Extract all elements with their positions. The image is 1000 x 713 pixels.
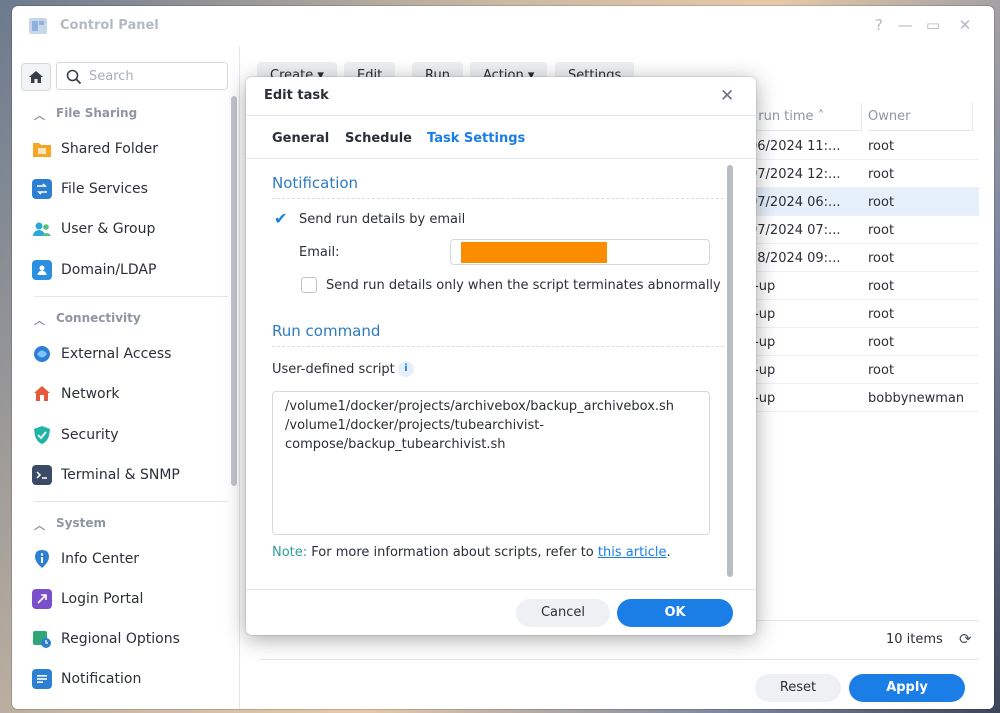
dialog-title: Edit task xyxy=(264,88,329,103)
note-suffix: . xyxy=(666,545,671,560)
note-prefix: Note: xyxy=(272,545,308,560)
cancel-button[interactable]: Cancel xyxy=(516,599,610,627)
dialog-tabs: General Schedule Task Settings xyxy=(246,115,756,159)
section-divider xyxy=(272,346,724,347)
modal-overlay: Edit task ✕ General Schedule Task Settin… xyxy=(0,0,1000,713)
script-label: User-defined script xyxy=(272,362,395,377)
notification-section-title: Notification xyxy=(272,174,359,192)
send-email-label: Send run details by email xyxy=(299,212,466,227)
abnormal-only-checkbox[interactable] xyxy=(301,277,317,293)
tab-general[interactable]: General xyxy=(272,131,329,146)
section-divider xyxy=(272,198,724,199)
note-text: For more information about scripts, refe… xyxy=(307,545,598,560)
info-icon[interactable]: i xyxy=(398,361,414,377)
ok-button[interactable]: OK xyxy=(617,599,733,627)
abnormal-only-label: Send run details only when the script te… xyxy=(326,278,721,293)
edit-task-dialog: Edit task ✕ General Schedule Task Settin… xyxy=(246,77,756,635)
tab-schedule[interactable]: Schedule xyxy=(345,131,412,146)
run-command-section-title: Run command xyxy=(272,322,381,340)
email-field[interactable] xyxy=(450,239,710,265)
dialog-footer: Cancel OK xyxy=(246,589,756,635)
email-label: Email: xyxy=(299,245,340,260)
dialog-close-icon[interactable]: ✕ xyxy=(720,86,734,106)
user-script-textarea[interactable]: /volume1/docker/projects/archivebox/back… xyxy=(272,391,710,535)
email-redaction xyxy=(461,242,607,263)
send-email-checkbox[interactable]: ✔ xyxy=(274,211,290,227)
tab-task-settings[interactable]: Task Settings xyxy=(427,131,525,146)
scripts-note: Note: For more information about scripts… xyxy=(272,545,671,560)
this-article-link[interactable]: this article xyxy=(598,545,667,560)
dialog-scrollbar[interactable] xyxy=(727,165,733,577)
